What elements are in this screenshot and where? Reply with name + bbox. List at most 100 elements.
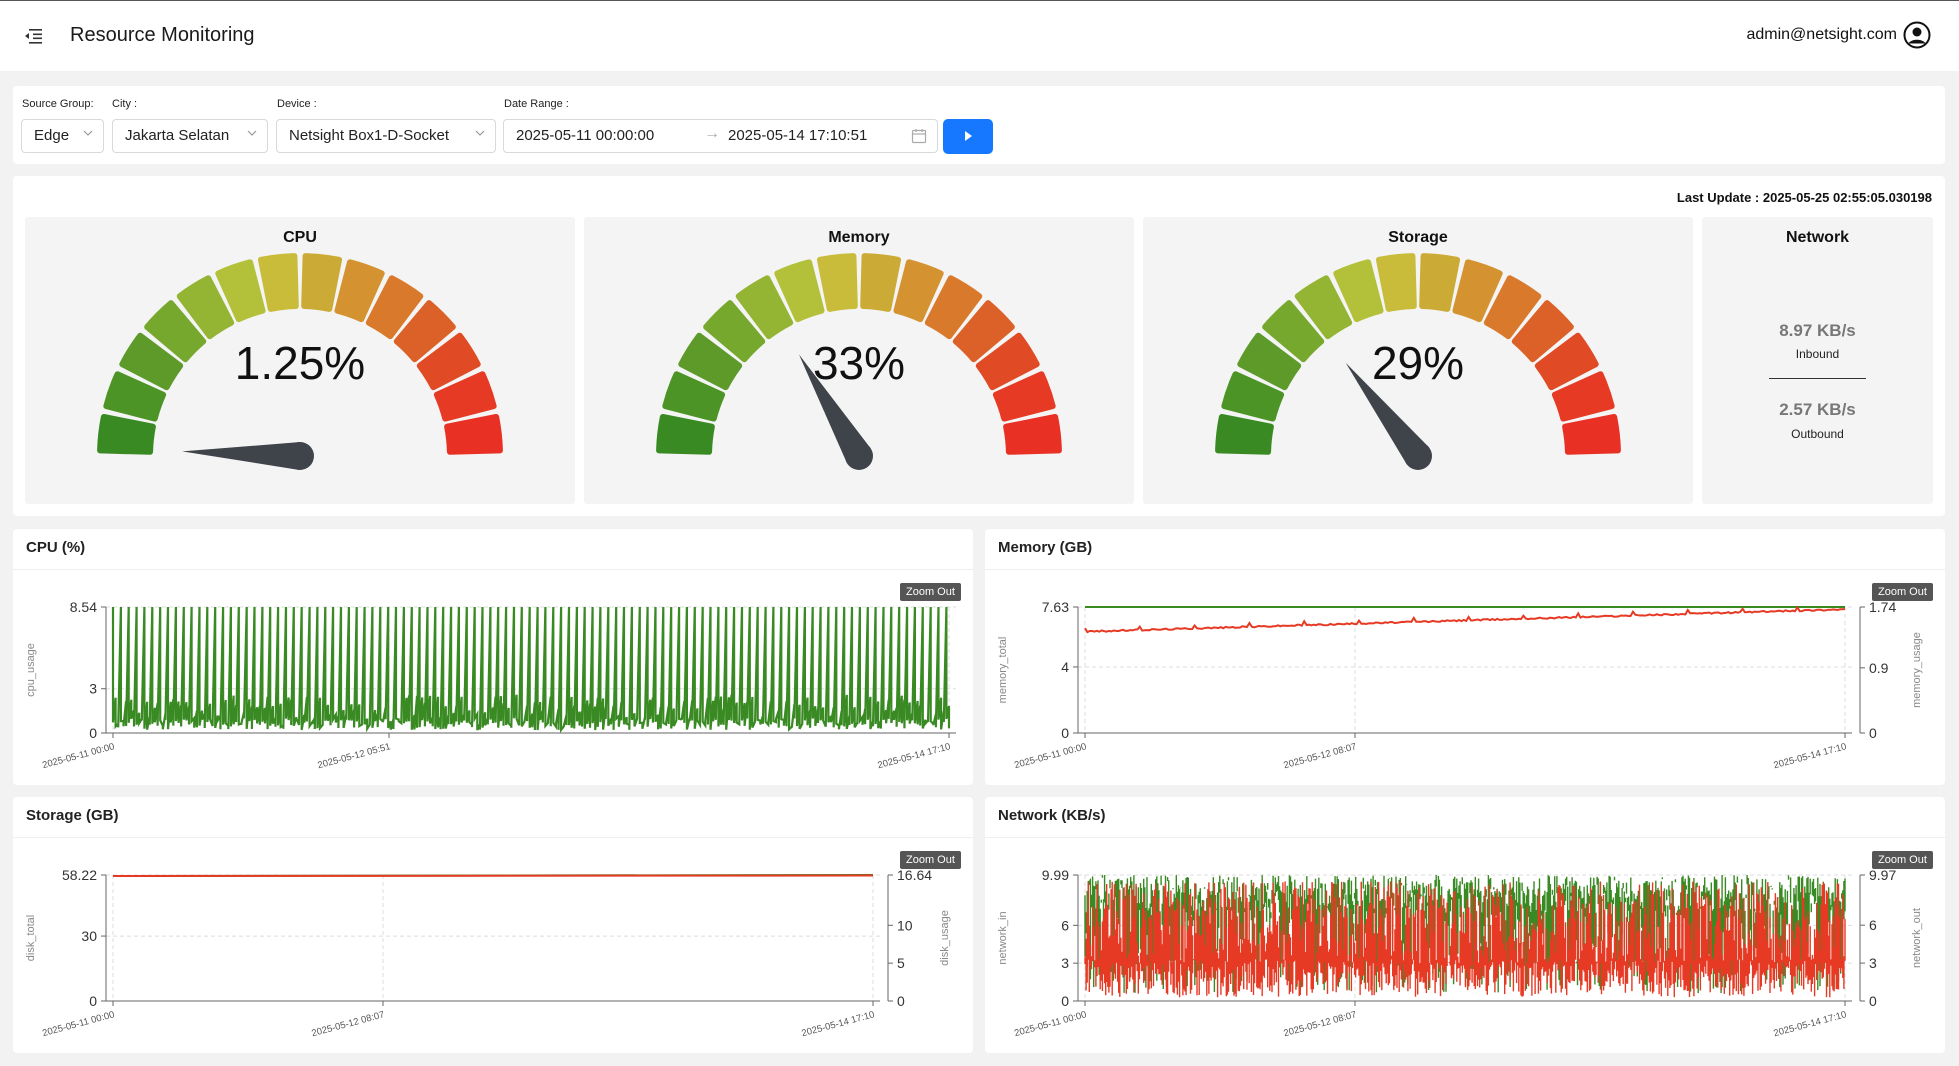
date-range-picker[interactable]: 2025-05-11 00:00:00 → 2025-05-14 17:10:5… <box>503 119 938 153</box>
x-tick-label: 2025-05-14 17:10 <box>1772 1009 1847 1039</box>
y2-tick-label: 10 <box>897 917 913 933</box>
y-tick-label: 8.54 <box>70 599 97 615</box>
date-start-input[interactable]: 2025-05-11 00:00:00 <box>516 127 654 144</box>
y-tick-label: 0 <box>89 993 97 1009</box>
x-tick-label: 2025-05-11 00:00 <box>1013 741 1088 771</box>
x-tick-label: 2025-05-14 17:10 <box>800 1009 875 1039</box>
gauge-value: 33% <box>813 337 905 389</box>
gauge-value: 29% <box>1372 337 1464 389</box>
gauge-segment <box>301 253 343 312</box>
x-tick-label: 2025-05-12 08:07 <box>1282 741 1357 771</box>
y2-tick-label: 9.97 <box>1869 867 1896 883</box>
y-tick-label: 9.99 <box>1042 867 1069 883</box>
gauge-segment <box>860 253 902 312</box>
y-axis-label: cpu_usage <box>25 643 37 697</box>
x-tick-label: 2025-05-11 00:00 <box>41 1009 116 1039</box>
cpu-gauge-panel: CPU 1.25% <box>25 217 575 504</box>
gauge-segment <box>1003 413 1062 455</box>
memory-chart: 7.63 4 0 1.74 0.9 0 memory_total memory_usage 20… <box>997 599 1923 771</box>
gauge-segment <box>257 253 299 312</box>
y-axis-label: memory_total <box>997 637 1009 704</box>
series-line <box>112 874 874 877</box>
gauge-segment <box>1375 253 1417 312</box>
chevron-down-icon <box>83 130 93 136</box>
cpu-chart-card: CPU (%) Zoom Out 8.54 3 0 cpu_usage 2025-05-… <box>13 529 973 785</box>
y-tick-label: 0 <box>89 725 97 741</box>
memory-gauge: 33% <box>656 253 1062 470</box>
y-axis-label: network_in <box>997 911 1009 964</box>
network-title: Network <box>1785 229 1850 246</box>
gauge-segment <box>97 413 156 455</box>
y-tick-label: 0 <box>1061 993 1069 1009</box>
summary-card: Last Update : 2025-05-25 02:55:05.030198… <box>13 176 1945 516</box>
y2-tick-label: 0.9 <box>1869 660 1889 676</box>
y-tick-label: 4 <box>1061 659 1069 675</box>
gauge-needle <box>182 442 314 470</box>
y-tick-label: 3 <box>1061 955 1069 971</box>
x-tick-label: 2025-05-12 08:07 <box>1282 1009 1357 1039</box>
y2-axis-label: network_out <box>1911 908 1923 968</box>
user-circle-icon[interactable] <box>1903 21 1931 49</box>
memory-gauge-panel: Memory 33% <box>584 217 1134 504</box>
inbound-label: Inbound <box>1795 347 1840 361</box>
y-tick-label: 58.22 <box>62 867 97 883</box>
y-tick-label: 30 <box>81 928 97 944</box>
source-group-value: Edge <box>34 127 70 144</box>
x-tick-label: 2025-05-12 08:07 <box>310 1009 385 1039</box>
x-tick-label: 2025-05-11 00:00 <box>1013 1009 1088 1039</box>
gauge-segment <box>1215 413 1274 455</box>
y-tick-label: 3 <box>89 681 97 697</box>
outbound-label: Outbound <box>1791 427 1844 441</box>
arrow-right-icon: → <box>704 125 720 142</box>
user-email[interactable]: admin@netsight.com <box>1746 26 1897 44</box>
memory-chart-card: Memory (GB) Zoom Out 7.63 4 0 1.74 0.9 0 memor… <box>985 529 1945 785</box>
y-axis-label: disk_total <box>25 915 37 961</box>
y-tick-label: 6 <box>1061 917 1069 933</box>
source-group-select[interactable]: Edge <box>21 119 104 153</box>
x-tick-label: 2025-05-14 17:10 <box>876 741 951 771</box>
series-line <box>1084 605 1846 634</box>
y-tick-label: 7.63 <box>1042 599 1069 615</box>
network-panel: Network 8.97 KB/s Inbound 2.57 KB/s Outb… <box>1702 217 1933 504</box>
x-tick-label: 2025-05-11 00:00 <box>41 741 116 771</box>
gauge-segment <box>656 413 715 455</box>
city-select[interactable]: Jakarta Selatan <box>112 119 268 153</box>
apply-filter-button[interactable] <box>943 119 993 154</box>
filter-bar: Source Group: Edge City : Jakarta Selata… <box>13 86 1945 164</box>
y2-axis-label: disk_usage <box>939 910 951 966</box>
last-update-text: Last Update : 2025-05-25 02:55:05.030198 <box>1676 190 1932 205</box>
device-select[interactable]: Netsight Box1-D-Socket <box>276 119 496 153</box>
calendar-icon <box>911 129 927 144</box>
x-tick-label: 2025-05-12 05:51 <box>316 741 391 771</box>
storage-chart: 58.22 30 0 16.64 10 5 0 disk_total disk_usage 202… <box>25 867 951 1039</box>
outbound-value: 2.57 KB/s <box>1779 400 1856 419</box>
y2-tick-label: 0 <box>1869 725 1877 741</box>
inbound-value: 8.97 KB/s <box>1779 321 1856 340</box>
gauge-segment <box>444 413 503 455</box>
gauge-value: 1.25% <box>235 337 365 389</box>
storage-gauge-panel: Storage 29% <box>1143 217 1693 504</box>
city-value: Jakarta Selatan <box>125 127 230 144</box>
y2-tick-label: 16.64 <box>897 867 932 883</box>
series-line <box>111 606 951 734</box>
chevron-down-icon <box>475 130 485 136</box>
source-group-label: Source Group: <box>22 98 94 110</box>
play-icon <box>965 131 972 141</box>
date-end-input[interactable]: 2025-05-14 17:10:51 <box>728 127 867 144</box>
y2-tick-label: 0 <box>897 993 905 1009</box>
y2-tick-label: 5 <box>897 955 905 971</box>
city-label: City : <box>112 98 138 110</box>
cpu-chart: 8.54 3 0 cpu_usage 2025-05-11 00:00 2025-05-1… <box>25 599 956 771</box>
menu-fold-icon[interactable] <box>24 27 44 45</box>
chevron-down-icon <box>247 130 257 136</box>
y2-tick-label: 1.74 <box>1869 599 1896 615</box>
network-chart-card: Network (KB/s) Zoom Out 9.99 6 3 0 9.97 6 3 0 ne… <box>985 797 1945 1053</box>
page-title: Resource Monitoring <box>70 24 255 46</box>
x-tick-label: 2025-05-14 17:10 <box>1772 741 1847 771</box>
storage-gauge: 29% <box>1215 253 1621 470</box>
y2-tick-label: 0 <box>1869 993 1877 1009</box>
divider <box>1769 378 1866 379</box>
y2-tick-label: 3 <box>1869 955 1877 971</box>
gauge-segment <box>816 253 858 312</box>
y2-axis-label: memory_usage <box>1911 632 1923 708</box>
